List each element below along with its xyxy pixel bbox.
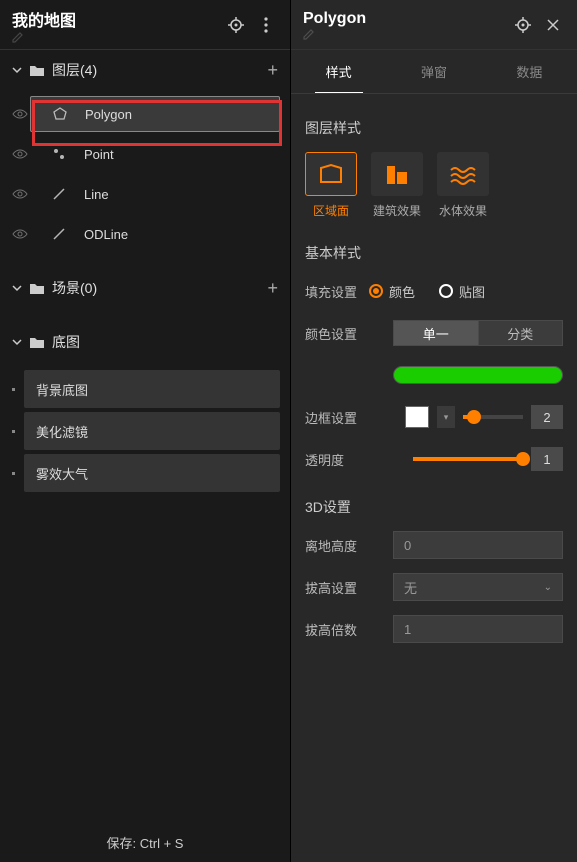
layer-style-title: 图层样式 (305, 118, 563, 138)
opacity-slider[interactable] (413, 457, 523, 461)
edit-icon[interactable] (12, 31, 218, 43)
layers-section-header[interactable]: 图层(4) + (0, 50, 290, 90)
extrude-mult-input[interactable]: 1 (393, 615, 563, 643)
color-mode-label: 颜色设置 (305, 324, 369, 343)
seg-single[interactable]: 单一 (393, 320, 478, 346)
right-panel-title: Polygon (303, 10, 505, 40)
opacity-label: 透明度 (305, 450, 369, 469)
color-mode-segmented[interactable]: 单一 分类 (393, 320, 563, 346)
border-width-value[interactable]: 2 (531, 405, 563, 429)
folder-icon (30, 64, 44, 76)
layer-label: Point (84, 147, 114, 162)
save-hint: 保存: Ctrl + S (0, 822, 290, 862)
chevron-down-icon (12, 65, 22, 75)
extrude-mult-label: 拔高倍数 (305, 620, 369, 639)
basemap-section-header[interactable]: 底图 (0, 322, 290, 362)
add-layer-icon[interactable]: + (267, 60, 278, 81)
tab-data[interactable]: 数据 (482, 50, 577, 93)
close-icon[interactable] (541, 13, 565, 37)
layer-label: Line (84, 187, 109, 202)
locate-icon[interactable] (511, 13, 535, 37)
basic-style-title: 基本样式 (305, 243, 563, 263)
opacity-value[interactable]: 1 (531, 447, 563, 471)
fill-color-radio[interactable]: 颜色 (369, 282, 415, 301)
border-width-slider[interactable] (463, 415, 523, 419)
tab-style[interactable]: 样式 (291, 50, 386, 93)
chevron-down-icon[interactable]: ▾ (437, 406, 455, 428)
eye-icon[interactable] (10, 148, 30, 160)
edit-icon[interactable] (303, 28, 505, 40)
extrude-label: 拔高设置 (305, 578, 369, 597)
border-label: 边框设置 (305, 408, 369, 427)
layer-item-polygon[interactable]: Polygon (0, 94, 290, 134)
locate-icon[interactable] (224, 13, 248, 37)
basemap-item-fog[interactable]: 雾效大气 (24, 454, 280, 492)
ground-height-input[interactable]: 0 (393, 531, 563, 559)
chevron-down-icon (12, 283, 22, 293)
tab-popup[interactable]: 弹窗 (386, 50, 481, 93)
threeD-title: 3D设置 (305, 497, 563, 517)
layer-label: Polygon (85, 107, 132, 122)
map-title: 我的地图 (12, 7, 218, 43)
basemap-item-bg[interactable]: 背景底图 (24, 370, 280, 408)
basemap-item-filter[interactable]: 美化滤镜 (24, 412, 280, 450)
layer-item-line[interactable]: Line (0, 174, 290, 214)
add-scene-icon[interactable]: + (267, 278, 278, 299)
folder-icon (30, 336, 44, 348)
fill-texture-radio[interactable]: 贴图 (439, 282, 485, 301)
point-icon (48, 146, 70, 162)
color-gradient-picker[interactable] (393, 366, 563, 384)
line-icon (48, 186, 70, 202)
layer-item-point[interactable]: Point (0, 134, 290, 174)
style-card-water[interactable]: 水体效果 (437, 152, 489, 219)
ground-height-label: 离地高度 (305, 536, 369, 555)
extrude-select[interactable]: 无 ⌄ (393, 573, 563, 601)
eye-icon[interactable] (10, 108, 30, 120)
layer-label: ODLine (84, 227, 128, 242)
chevron-down-icon (12, 337, 22, 347)
style-card-area[interactable]: 区域面 (305, 152, 357, 219)
eye-icon[interactable] (10, 228, 30, 240)
more-icon[interactable] (254, 13, 278, 37)
odline-icon (48, 226, 70, 242)
layer-item-odline[interactable]: ODLine (0, 214, 290, 254)
style-card-building[interactable]: 建筑效果 (371, 152, 423, 219)
chevron-down-icon: ⌄ (544, 582, 552, 593)
eye-icon[interactable] (10, 188, 30, 200)
border-color-swatch[interactable] (405, 406, 429, 428)
seg-classify[interactable]: 分类 (478, 320, 564, 346)
folder-icon (30, 282, 44, 294)
fill-label: 填充设置 (305, 282, 369, 301)
polygon-icon (49, 106, 71, 122)
scenes-section-header[interactable]: 场景(0) + (0, 268, 290, 308)
